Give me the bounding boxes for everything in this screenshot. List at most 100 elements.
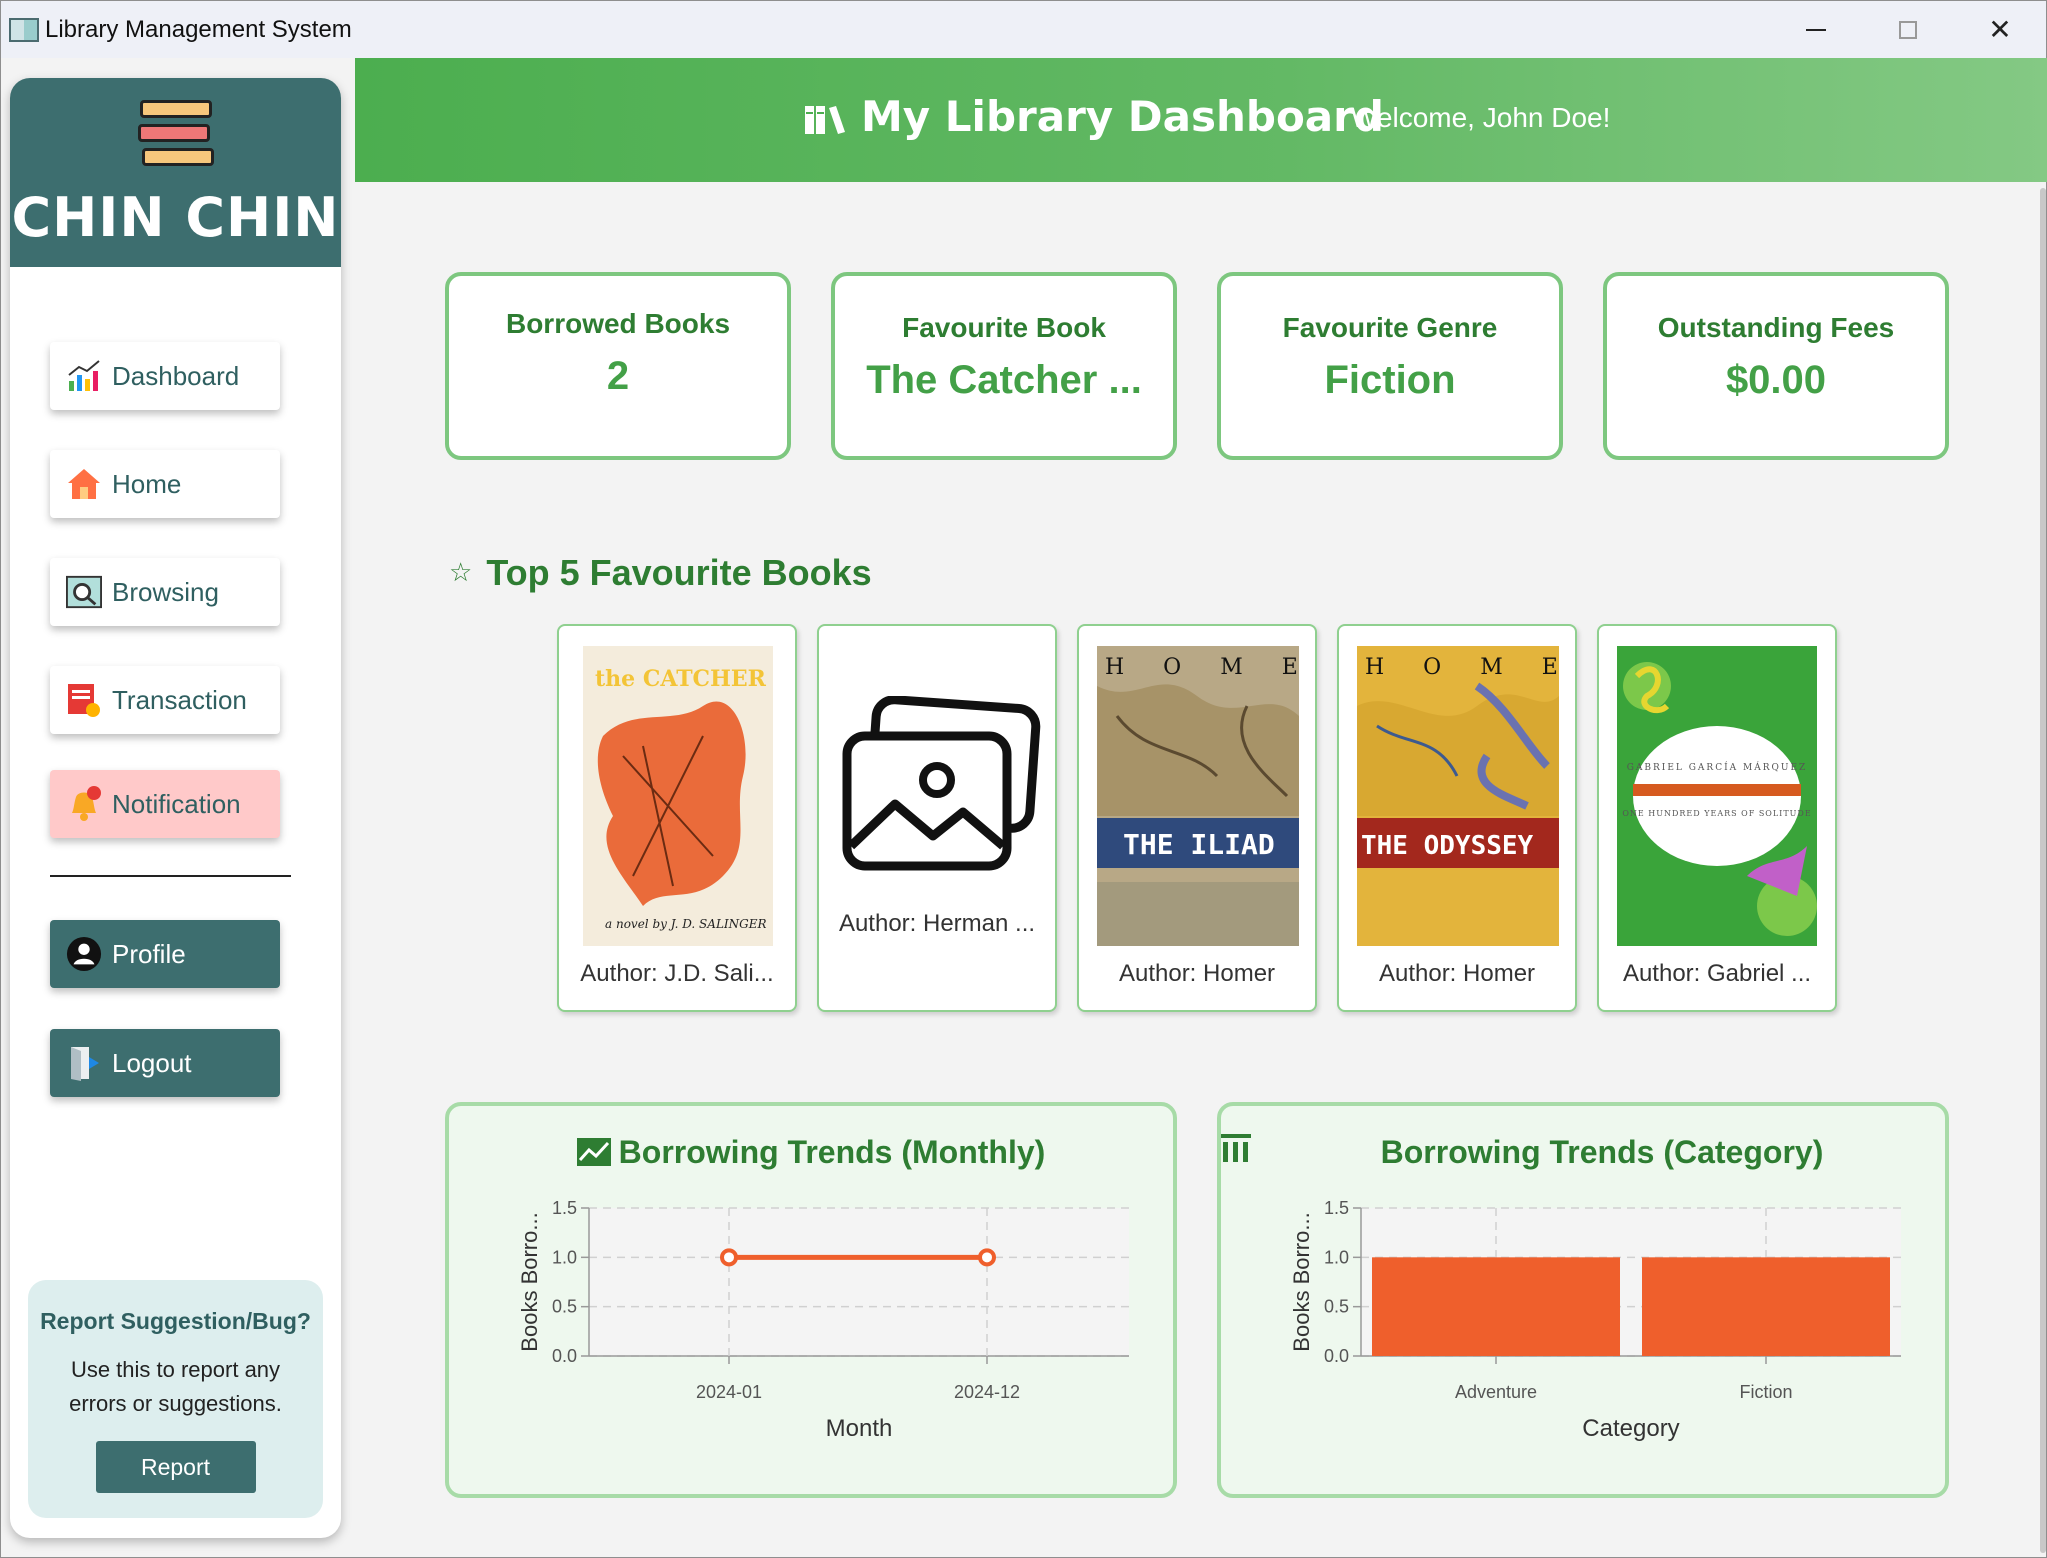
y-tick-label: 1.5: [552, 1198, 577, 1218]
x-tick-label: 2024-01: [696, 1382, 762, 1402]
bell-icon: [66, 786, 102, 822]
y-tick-label: 0.5: [1324, 1297, 1349, 1317]
category-trend-panel: Borrowing Trends (Category) 0.0 0.5 1.0 1.5…: [1217, 1102, 1949, 1498]
stat-title: Favourite Book: [902, 312, 1106, 343]
svg-text:THE ODYSSEY: THE ODYSSEY: [1361, 831, 1534, 861]
vertical-scrollbar[interactable]: [2040, 188, 2046, 1553]
x-tick-label: Adventure: [1455, 1382, 1537, 1402]
window-title: Library Management System: [45, 15, 352, 43]
home-icon: [66, 466, 102, 502]
maximize-icon: [1899, 20, 1917, 39]
x-axis-label: Month: [826, 1415, 893, 1442]
nav-browsing[interactable]: Browsing: [50, 558, 280, 626]
book-card[interactable]: the CATCHER in the RYE a novel by J. D. …: [557, 624, 797, 1012]
book-card[interactable]: H O M E R THE ODYSSEY Author: Homer: [1337, 624, 1577, 1012]
maximize-button[interactable]: [1862, 1, 1954, 58]
y-tick-label: 1.0: [1324, 1247, 1349, 1267]
x-tick-label: 2024-12: [954, 1382, 1020, 1402]
sidebar-divider: [50, 875, 291, 877]
search-window-icon: [66, 574, 102, 610]
x-tick-label: Fiction: [1739, 1382, 1792, 1402]
stat-title: Favourite Genre: [1282, 312, 1498, 343]
nav-dashboard[interactable]: Dashboard: [50, 342, 280, 410]
data-point: [720, 1248, 738, 1267]
dashboard-header: My Library Dashboard Welcome, John Doe!: [355, 58, 2047, 182]
logout-label: Logout: [112, 1047, 192, 1078]
stat-value: The Catcher ...: [866, 358, 1142, 402]
report-button[interactable]: Report: [95, 1441, 256, 1493]
book-author: Author: Homer: [1378, 960, 1536, 987]
svg-text:GABRIEL GARCÍA MÁRQUEZ: GABRIEL GARCÍA MÁRQUEZ: [1627, 761, 1808, 773]
stat-value: Fiction: [1324, 358, 1456, 402]
favourites-title: Top 5 Favourite Books: [486, 552, 872, 593]
x-axis-label: Category: [1582, 1415, 1679, 1442]
logout-button[interactable]: Logout: [50, 1029, 280, 1097]
stat-card-outstanding-fees: Outstanding Fees $0.00: [1603, 272, 1949, 460]
close-button[interactable]: ✕: [1954, 1, 2046, 58]
svg-text:a novel by J. D. SALINGER: a novel by J. D. SALINGER: [605, 917, 767, 931]
window-controls: ✕: [1770, 1, 2046, 58]
svg-text:THE ILIAD: THE ILIAD: [1123, 828, 1275, 861]
stat-card-favourite-genre: Favourite Genre Fiction: [1217, 272, 1563, 460]
y-axis-label: Books Borro...: [517, 1212, 542, 1351]
nav-notification[interactable]: Notification: [50, 770, 280, 838]
close-icon: ✕: [1988, 14, 2012, 45]
profile-label: Profile: [112, 938, 186, 969]
book-author: Author: Herman ...: [838, 910, 1036, 937]
minimize-icon: [1806, 28, 1826, 31]
minimize-button[interactable]: [1770, 1, 1862, 58]
book-author: Author: Gabriel ...: [1622, 960, 1812, 987]
y-tick-label: 0.0: [552, 1346, 577, 1366]
transaction-icon: [66, 682, 102, 718]
brand: CHIN CHIN: [10, 78, 341, 267]
report-panel: Report Suggestion/Bug? Use this to repor…: [28, 1280, 323, 1518]
plot-area: [589, 1208, 1129, 1356]
app-icon: [9, 17, 39, 42]
book-author: Author: J.D. Sali...: [580, 960, 774, 987]
y-tick-label: 0.0: [1324, 1346, 1349, 1366]
y-axis-label: Books Borro...: [1289, 1212, 1314, 1351]
book-card[interactable]: Author: Herman ...: [817, 624, 1057, 1012]
book-cover: H O M E R THE ILIAD: [1097, 646, 1299, 946]
y-tick-label: 1.5: [1324, 1198, 1349, 1218]
bar: [1372, 1257, 1620, 1356]
title-bar: Library Management System ✕: [1, 1, 2046, 58]
logout-icon: [66, 1045, 102, 1081]
report-heading: Report Suggestion/Bug?: [40, 1308, 311, 1334]
nav-transaction-label: Transaction: [112, 684, 247, 715]
image-placeholder-icon: [833, 696, 1043, 876]
star-icon: ☆: [449, 557, 473, 587]
book-cover: GABRIEL GARCÍA MÁRQUEZ ONE HUNDRED YEARS…: [1617, 646, 1817, 946]
welcome-text: Welcome, John Doe!: [1351, 102, 1611, 133]
category-bar-chart: 0.0 0.5 1.0 1.5 Books Borro... Category Advent…: [1289, 1198, 1901, 1442]
svg-text:H O M E R: H O M E R: [1105, 655, 1299, 680]
books-stack-icon: [137, 96, 214, 172]
book-author: Author: Homer: [1118, 960, 1276, 987]
stat-title: Borrowed Books: [505, 308, 731, 339]
stat-title: Outstanding Fees: [1657, 312, 1895, 343]
monthly-trend-panel: Borrowing Trends (Monthly) 0.0 0.5 1.0 1.5 B…: [445, 1102, 1177, 1498]
page-title: My Library Dashboard: [861, 92, 1384, 141]
y-tick-label: 1.0: [552, 1247, 577, 1267]
books-icon: [805, 106, 845, 134]
data-point: [978, 1248, 996, 1267]
svg-text:ONE HUNDRED YEARS OF SOLITUDE: ONE HUNDRED YEARS OF SOLITUDE: [1622, 809, 1811, 818]
nav-transaction[interactable]: Transaction: [50, 666, 280, 734]
nav-notification-label: Notification: [112, 788, 241, 819]
profile-button[interactable]: Profile: [50, 920, 280, 988]
report-text: Use this to report any errors or suggest…: [69, 1357, 282, 1416]
stat-card-borrowed: Borrowed Books 2: [445, 272, 791, 460]
nav-home-label: Home: [112, 468, 182, 499]
nav-browsing-label: Browsing: [112, 576, 219, 607]
favourites-heading: ☆ Top 5 Favourite Books: [449, 552, 872, 594]
stat-value: $0.00: [1725, 358, 1827, 402]
cover-title-text: the CATCHER in the RYE: [595, 666, 773, 692]
book-card[interactable]: H O M E R THE ILIAD Author: Homer: [1077, 624, 1317, 1012]
chart-icon: [66, 358, 102, 394]
bar: [1642, 1257, 1890, 1356]
book-card[interactable]: GABRIEL GARCÍA MÁRQUEZ ONE HUNDRED YEARS…: [1597, 624, 1837, 1012]
svg-text:H O M E R: H O M E R: [1365, 655, 1559, 680]
nav-home[interactable]: Home: [50, 450, 280, 518]
nav-dashboard-label: Dashboard: [112, 360, 240, 391]
stat-value: 2: [606, 354, 630, 398]
